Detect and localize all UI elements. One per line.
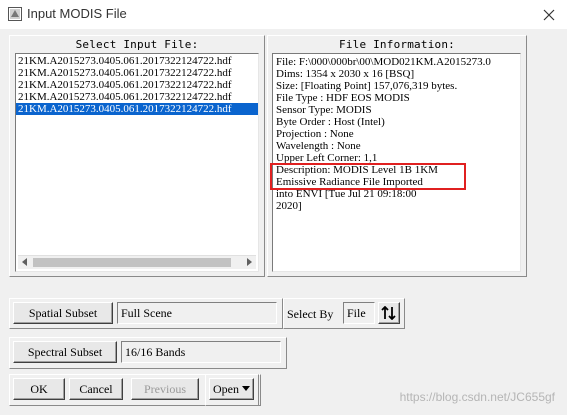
file-info-line: 2020] [276, 200, 302, 212]
file-information-panel: File Information: File: F:\000\000br\00\… [267, 35, 527, 277]
scroll-left-icon[interactable] [22, 258, 27, 266]
close-icon [543, 9, 555, 20]
scroll-right-icon[interactable] [247, 258, 252, 266]
file-info-line: File Type : HDF EOS MODIS [276, 92, 410, 104]
file-info-line: Wavelength : None [276, 140, 361, 152]
open-button-label: Open [213, 381, 239, 396]
window-title: Input MODIS File [27, 6, 127, 21]
select-by-label: Select By [287, 307, 334, 321]
select-input-panel: Select Input File: 21KM.A2015273.0405.06… [9, 35, 265, 277]
select-by-value: File [343, 302, 375, 324]
file-info-line: Byte Order : Host (Intel) [276, 116, 385, 128]
input-file-list[interactable]: 21KM.A2015273.0405.061.2017322124722.hdf… [15, 53, 259, 272]
input-modis-dialog: Input MODIS File Select Input File: 21KM… [0, 0, 567, 415]
file-info-line: Projection : None [276, 128, 354, 140]
file-list-item[interactable]: 21KM.A2015273.0405.061.2017322124722.hdf [16, 91, 258, 103]
file-list-item[interactable]: 21KM.A2015273.0405.061.2017322124722.hdf [16, 79, 258, 91]
description-highlight [270, 163, 466, 190]
spatial-subset-button[interactable]: Spatial Subset [13, 302, 113, 324]
cancel-button[interactable]: Cancel [69, 378, 123, 400]
chevron-down-icon [242, 386, 250, 391]
file-list-item[interactable]: 21KM.A2015273.0405.061.2017322124722.hdf [16, 67, 258, 79]
horizontal-scrollbar[interactable] [18, 255, 256, 269]
scroll-thumb[interactable] [33, 258, 231, 267]
watermark-text: https://blog.csdn.net/JC655gf [399, 390, 555, 404]
title-bar[interactable]: Input MODIS File [0, 0, 567, 29]
file-info-line: Dims: 1354 x 2030 x 16 [BSQ] [276, 68, 415, 80]
select-input-label: Select Input File: [75, 38, 199, 51]
spatial-subset-value: Full Scene [117, 302, 277, 324]
select-by-sort-button[interactable] [378, 302, 400, 324]
file-info-line: File: F:\000\000br\00\MOD021KM.A2015273.… [276, 56, 491, 68]
sort-arrows-icon [381, 306, 396, 320]
file-list-item[interactable]: 21KM.A2015273.0405.061.2017322124722.hdf [16, 55, 258, 67]
previous-button[interactable]: Previous [131, 378, 199, 400]
spectral-subset-value: 16/16 Bands [121, 341, 281, 363]
file-info-line: Sensor Type: MODIS [276, 104, 372, 116]
file-list-item[interactable]: 21KM.A2015273.0405.061.2017322124722.hdf [16, 103, 258, 115]
envi-app-icon [8, 7, 22, 21]
close-button[interactable] [531, 0, 567, 29]
spectral-subset-button[interactable]: Spectral Subset [13, 341, 117, 363]
file-information-label: File Information: [339, 38, 455, 51]
file-info-line: Size: [Floating Point] 157,076,319 bytes… [276, 80, 458, 92]
ok-button[interactable]: OK [13, 378, 65, 400]
open-menu-button[interactable]: Open [209, 378, 254, 400]
